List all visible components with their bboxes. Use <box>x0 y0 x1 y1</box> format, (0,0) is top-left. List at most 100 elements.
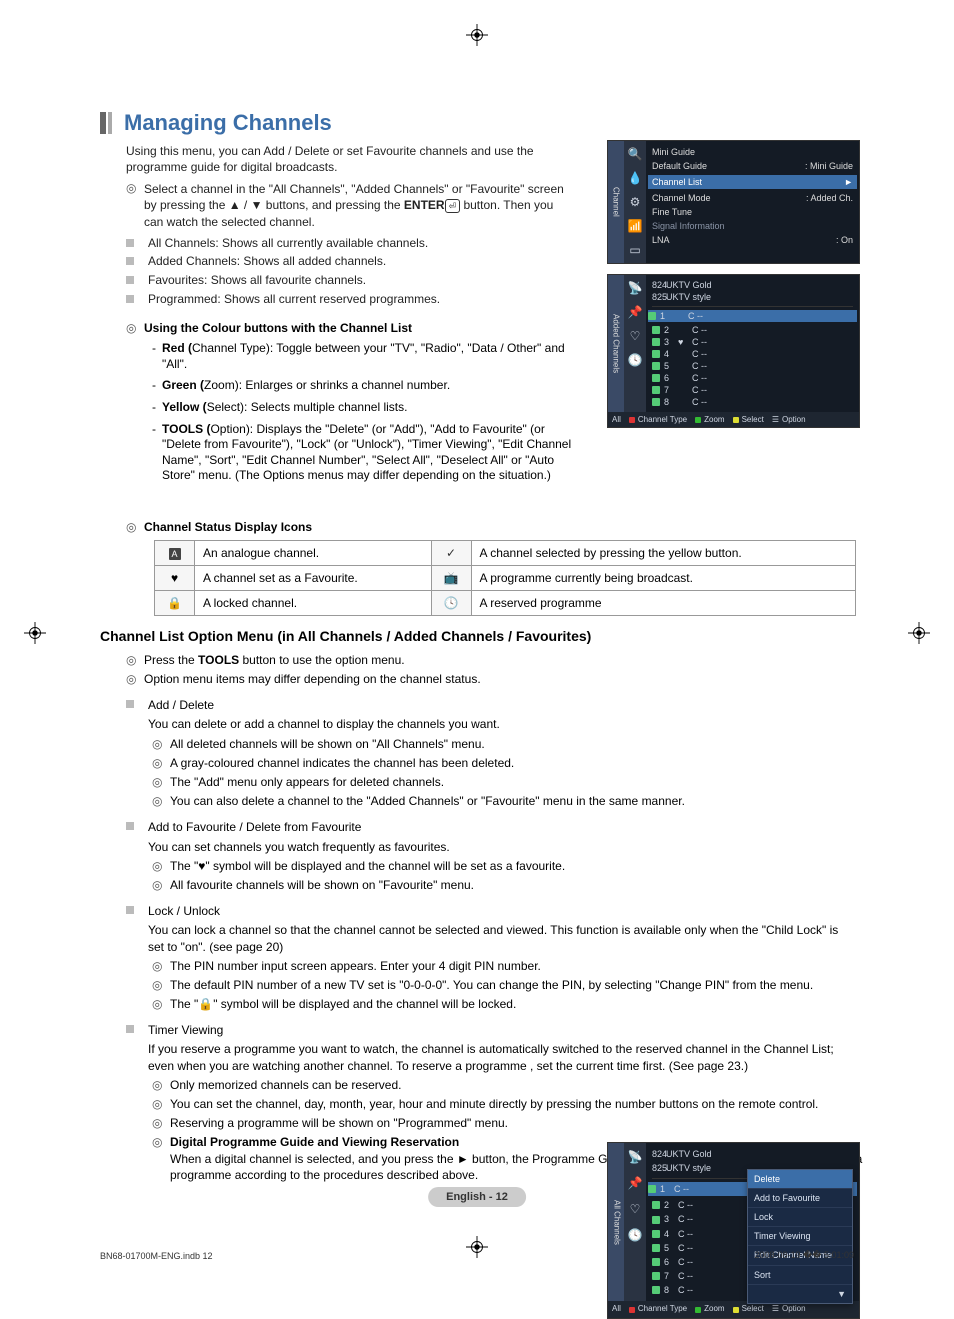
option-note: ◎All favourite channels will be shown on… <box>152 877 860 893</box>
dtv-icon <box>648 312 656 320</box>
dtv-icon <box>652 1230 660 1238</box>
osd-channel-row: 7C -- <box>652 384 853 396</box>
dtv-icon <box>652 350 660 358</box>
note-text: A gray-coloured channel indicates the ch… <box>170 755 730 771</box>
option-block-heading: Add to Favourite / Delete from Favourite <box>126 819 860 835</box>
option-title: Timer Viewing <box>148 1022 223 1038</box>
antenna-icon: 📡 <box>628 1149 643 1165</box>
osd-tab-channel: Channel <box>608 141 624 263</box>
note-text: The "Add" menu only appears for deleted … <box>170 774 730 790</box>
status-icon-cell: A <box>155 540 195 565</box>
osd-channel-row: 3♥C -- <box>652 336 853 348</box>
enter-button-icon: ⏎ <box>445 199 461 213</box>
osd-option-item: ▼ <box>748 1285 852 1303</box>
osd-option-item: Lock <box>748 1208 852 1227</box>
option-note: ◎Reserving a programme will be shown on … <box>152 1115 860 1131</box>
bullet-icon <box>126 1025 134 1033</box>
osd-option-item: Timer Viewing <box>748 1227 852 1246</box>
dtv-icon <box>652 1216 660 1224</box>
status-icon-cell: ✓ <box>431 540 471 565</box>
osd-channel-row: 4C -- <box>652 348 853 360</box>
option-note: ◎You can set the channel, day, month, ye… <box>152 1096 860 1112</box>
osd-ch-name: UKTV Gold <box>666 280 712 290</box>
footer-timestamp: 2008-08-19 �� 5:01:09 <box>754 1250 854 1261</box>
option-note: ◎ Option menu items may differ depending… <box>126 671 860 687</box>
dtv-icon <box>652 374 660 382</box>
osd-value: : On <box>836 235 853 245</box>
bullet-icon <box>126 276 134 284</box>
osd-item-disabled: Signal Information <box>652 221 725 231</box>
option-block-heading: Lock / Unlock <box>126 903 860 919</box>
osd-value: : Mini Guide <box>805 161 853 171</box>
note-icon: ◎ <box>126 520 144 534</box>
note-text: Only memorized channels can be reserved. <box>170 1077 860 1093</box>
colour-button-item: -Red (Channel Type): Toggle between your… <box>152 341 572 372</box>
bullet-icon <box>126 822 134 830</box>
osd-channel-row: 8C -- <box>652 396 853 408</box>
main-note: ◎ Select a channel in the "All Channels"… <box>126 181 566 230</box>
osd-item: Mini Guide <box>652 147 695 157</box>
footer-file: BN68-01700M-ENG.indb 12 <box>100 1251 213 1261</box>
status-icon-cell: 🔒 <box>155 590 195 615</box>
osd-footer: All Channel Type Zoom Select ☰Option <box>608 412 859 427</box>
dtv-icon <box>652 1201 660 1209</box>
status-icon-cell: 📺 <box>431 565 471 590</box>
option-desc: If you reserve a programme you want to w… <box>148 1041 848 1073</box>
osd-selected-row: Channel List► <box>648 175 857 189</box>
dtv-icon <box>652 386 660 394</box>
option-menu-heading: Channel List Option Menu (in All Channel… <box>100 628 860 644</box>
gear-icon: ⚙ <box>630 195 641 209</box>
option-note: ◎ Press the TOOLS button to use the opti… <box>126 652 860 668</box>
note-icon: ◎ <box>126 671 144 687</box>
note-icon: ◎ <box>126 181 144 195</box>
bullet-icon <box>126 906 134 914</box>
heart-icon: ♡ <box>630 1201 641 1217</box>
osd-icon-column: 📡 📌 ♡ 🕓 <box>624 275 646 412</box>
note-icon: ◎ <box>126 652 144 668</box>
option-title: Add to Favourite / Delete from Favourite <box>148 819 361 835</box>
osd-option-item: Add to Favourite <box>748 1189 852 1208</box>
note-icon: ◎ <box>152 1096 170 1112</box>
note-text: All favourite channels will be shown on … <box>170 877 730 893</box>
input-icon: ▭ <box>629 243 640 257</box>
registration-mark-icon <box>24 622 46 644</box>
bullet-text: Favourites: Shows all favourite channels… <box>148 273 366 289</box>
note-icon: ◎ <box>152 958 170 974</box>
page-number-badge: English - 12 <box>428 1187 526 1207</box>
option-note: ◎The PIN number input screen appears. En… <box>152 958 860 974</box>
osd-ch-num: 824 <box>652 280 666 290</box>
status-icons-heading: ◎ Channel Status Display Icons <box>126 520 860 534</box>
note-icon: ◎ <box>152 774 170 790</box>
colour-button-item: -TOOLS (Option): Displays the "Delete" (… <box>152 422 572 484</box>
status-icon-table: AAn analogue channel.✓A channel selected… <box>154 540 856 616</box>
intro-text: Using this menu, you can Add / Delete or… <box>126 144 566 175</box>
bullet-item: Favourites: Shows all favourite channels… <box>126 273 566 289</box>
page-title: Managing Channels <box>124 110 332 136</box>
note-icon: ◎ <box>152 1115 170 1131</box>
antenna-icon: 📡 <box>628 281 643 295</box>
note-icon: ◎ <box>152 977 170 993</box>
option-note: ◎Only memorized channels can be reserved… <box>152 1077 860 1093</box>
dtv-icon <box>652 1244 660 1252</box>
bullet-item: Added Channels: Shows all added channels… <box>126 254 566 270</box>
note-icon: ◎ <box>152 793 170 809</box>
dtv-icon <box>652 1286 660 1294</box>
osd-option-item: Sort <box>748 1266 852 1285</box>
page-content: Managing Channels Using this menu, you c… <box>100 110 860 1183</box>
note-icon: ◎ <box>152 1134 170 1150</box>
registration-mark-icon <box>908 622 930 644</box>
osd-option-popup: DeleteAdd to FavouriteLockTimer ViewingE… <box>747 1169 853 1304</box>
status-desc: A locked channel. <box>195 590 432 615</box>
colour-button-item: -Green (Zoom): Enlarges or shrinks a cha… <box>152 378 572 394</box>
bullet-text: Added Channels: Shows all added channels… <box>148 254 386 270</box>
note-text: The "🔒" symbol will be displayed and the… <box>170 996 860 1012</box>
title-accent-bar <box>108 112 112 134</box>
note-icon: ◎ <box>152 858 170 874</box>
option-note: ◎A gray-coloured channel indicates the c… <box>152 755 860 771</box>
osd-item: Default Guide <box>652 161 707 171</box>
bullet-item: All Channels: Shows all currently availa… <box>126 236 566 252</box>
registration-mark-icon <box>466 1236 488 1258</box>
osd-ch-name: UKTV style <box>666 1162 711 1174</box>
note-icon: ◎ <box>152 755 170 771</box>
dtv-icon <box>652 338 660 346</box>
